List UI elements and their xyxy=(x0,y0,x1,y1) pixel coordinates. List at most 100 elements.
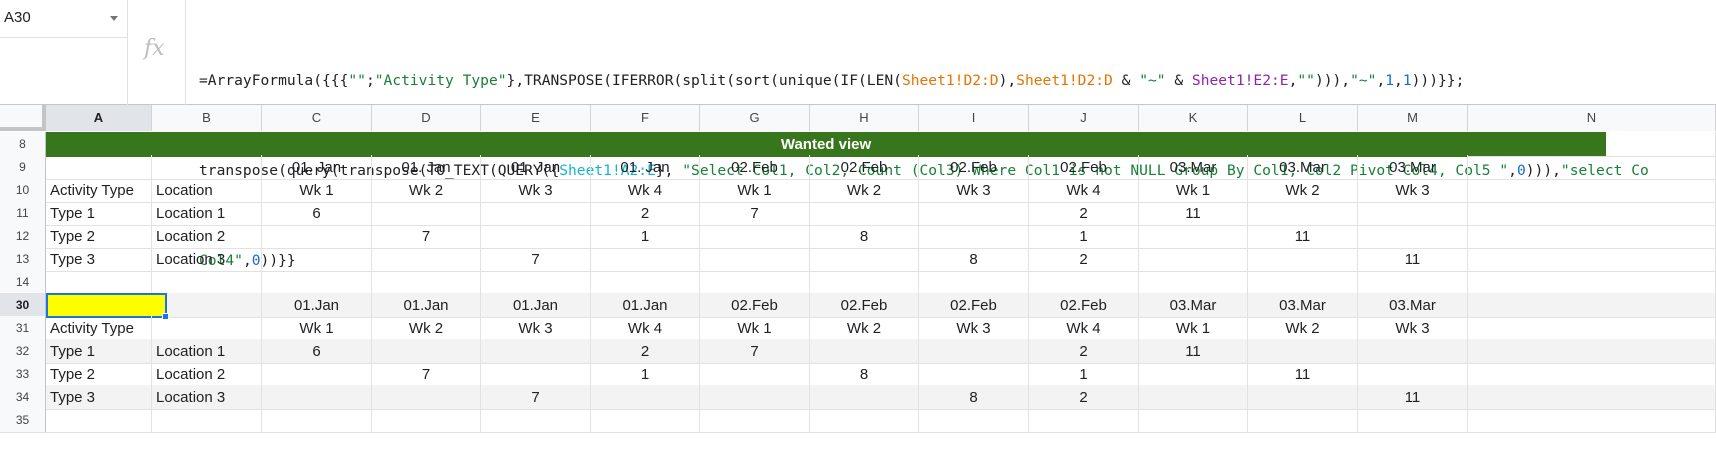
cell-l[interactable] xyxy=(1248,247,1358,272)
cell-n[interactable] xyxy=(1468,316,1716,341)
cell-i[interactable]: 8 xyxy=(919,385,1029,410)
cell-a[interactable] xyxy=(46,155,152,180)
row-header[interactable]: 31 xyxy=(0,316,46,341)
cell-m[interactable]: Wk 3 xyxy=(1358,178,1468,203)
cell-e[interactable]: Wk 3 xyxy=(481,316,591,341)
column-header-j[interactable]: J xyxy=(1029,105,1139,131)
cell-j[interactable]: Wk 4 xyxy=(1029,178,1139,203)
cell-e[interactable] xyxy=(481,201,591,226)
cell-i[interactable] xyxy=(919,201,1029,226)
name-box[interactable]: A30 xyxy=(0,0,128,38)
cell-l[interactable]: Wk 2 xyxy=(1248,316,1358,341)
cell-j[interactable]: 2 xyxy=(1029,339,1139,364)
cell-c[interactable] xyxy=(262,385,372,410)
cell-k[interactable] xyxy=(1139,224,1248,249)
cell-a[interactable]: Type 3 xyxy=(46,247,152,272)
cell-l[interactable]: 03.Mar xyxy=(1248,155,1358,180)
cell-h[interactable] xyxy=(810,339,919,364)
cell-l[interactable] xyxy=(1248,408,1358,433)
cell-h[interactable] xyxy=(810,201,919,226)
row-header[interactable]: 14 xyxy=(0,270,46,295)
cell-h[interactable]: 8 xyxy=(810,362,919,387)
wanted-view-title[interactable]: Wanted view xyxy=(46,132,1606,157)
cell-i[interactable]: Wk 3 xyxy=(919,178,1029,203)
cell-d[interactable] xyxy=(372,247,481,272)
cell-j[interactable]: 02.Feb xyxy=(1029,155,1139,180)
cell-e[interactable]: 01. Jan xyxy=(481,155,591,180)
cell-f[interactable] xyxy=(591,385,700,410)
cell-b[interactable] xyxy=(152,408,262,433)
row-header[interactable]: 11 xyxy=(0,201,46,226)
cell-j[interactable]: 2 xyxy=(1029,201,1139,226)
cell-f[interactable]: Wk 4 xyxy=(591,316,700,341)
cell-i[interactable] xyxy=(919,270,1029,295)
cell-e[interactable]: 01.Jan xyxy=(481,293,591,318)
row-header[interactable]: 34 xyxy=(0,385,46,410)
cell-m[interactable]: 03.Mar xyxy=(1358,155,1468,180)
cell-e[interactable]: Wk 3 xyxy=(481,178,591,203)
column-header-m[interactable]: M xyxy=(1358,105,1468,131)
cell-a[interactable]: Type 1 xyxy=(46,201,152,226)
cell-g[interactable] xyxy=(700,385,810,410)
cell-f[interactable]: 1 xyxy=(591,362,700,387)
cell-d[interactable]: Wk 2 xyxy=(372,316,481,341)
column-header-l[interactable]: L xyxy=(1248,105,1358,131)
cell-j[interactable]: 2 xyxy=(1029,385,1139,410)
cell-i[interactable]: 02.Feb xyxy=(919,155,1029,180)
cell-d[interactable]: 01. Jan xyxy=(372,155,481,180)
cell-a[interactable]: Type 3 xyxy=(46,385,152,410)
cell-g[interactable] xyxy=(700,224,810,249)
cell-n[interactable] xyxy=(1468,201,1716,226)
cell-k[interactable]: Wk 1 xyxy=(1139,316,1248,341)
cell-f[interactable] xyxy=(591,247,700,272)
cell-g[interactable]: 7 xyxy=(700,339,810,364)
cell-m[interactable]: 03.Mar xyxy=(1358,293,1468,318)
selected-cell-a30[interactable] xyxy=(46,293,167,318)
cell-m[interactable]: 11 xyxy=(1358,385,1468,410)
cell-d[interactable]: 01.Jan xyxy=(372,293,481,318)
cell-d[interactable]: 7 xyxy=(372,224,481,249)
cell-h[interactable] xyxy=(810,408,919,433)
cell-l[interactable] xyxy=(1248,201,1358,226)
cell-e[interactable] xyxy=(481,224,591,249)
cell-e[interactable] xyxy=(481,362,591,387)
cell-f[interactable] xyxy=(591,270,700,295)
cell-m[interactable] xyxy=(1358,362,1468,387)
cell-c[interactable] xyxy=(262,247,372,272)
cell-j[interactable]: 02.Feb xyxy=(1029,293,1139,318)
cell-b[interactable] xyxy=(152,316,262,341)
cell-n[interactable] xyxy=(1468,293,1716,318)
cell-l[interactable] xyxy=(1248,339,1358,364)
column-header-h[interactable]: H xyxy=(810,105,919,131)
cell-a[interactable]: Activity Type xyxy=(46,178,152,203)
cell-c[interactable] xyxy=(262,270,372,295)
cell-j[interactable] xyxy=(1029,270,1139,295)
cell-a[interactable] xyxy=(46,408,152,433)
cell-l[interactable] xyxy=(1248,385,1358,410)
cell-a[interactable]: Type 2 xyxy=(46,224,152,249)
cell-d[interactable] xyxy=(372,339,481,364)
cell-h[interactable] xyxy=(810,270,919,295)
cell-h[interactable]: Wk 2 xyxy=(810,178,919,203)
cell-m[interactable] xyxy=(1358,201,1468,226)
cell-k[interactable]: 11 xyxy=(1139,201,1248,226)
row-header[interactable]: 9 xyxy=(0,155,46,180)
cell-c[interactable] xyxy=(262,362,372,387)
cell-g[interactable] xyxy=(700,247,810,272)
column-header-d[interactable]: D xyxy=(372,105,481,131)
cell-i[interactable] xyxy=(919,408,1029,433)
cell-n[interactable] xyxy=(1468,224,1716,249)
column-header-c[interactable]: C xyxy=(262,105,372,131)
chevron-down-icon[interactable] xyxy=(110,16,118,21)
cell-b[interactable] xyxy=(152,270,262,295)
cell-m[interactable] xyxy=(1358,224,1468,249)
column-header-n[interactable]: N xyxy=(1468,105,1716,131)
cell-f[interactable]: 1 xyxy=(591,224,700,249)
cell-c[interactable] xyxy=(262,224,372,249)
column-header-a[interactable]: A xyxy=(46,105,152,131)
cell-l[interactable] xyxy=(1248,270,1358,295)
cell-m[interactable] xyxy=(1358,408,1468,433)
cell-g[interactable]: Wk 1 xyxy=(700,178,810,203)
row-header[interactable]: 13 xyxy=(0,247,46,272)
cell-j[interactable]: 1 xyxy=(1029,224,1139,249)
